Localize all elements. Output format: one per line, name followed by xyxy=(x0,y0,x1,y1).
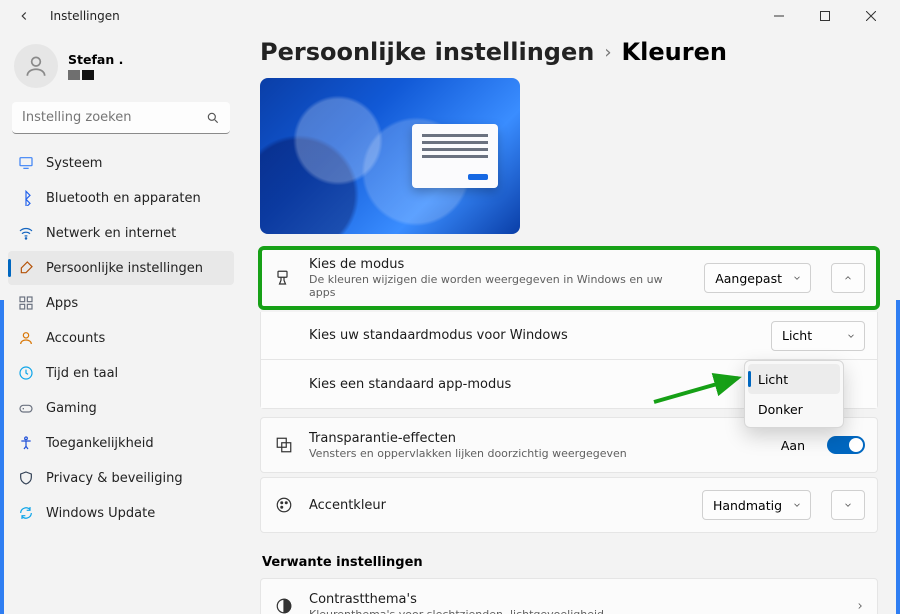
sidebar-item-label: Windows Update xyxy=(46,506,155,521)
chevron-up-icon xyxy=(843,273,853,283)
sidebar-item-update[interactable]: Windows Update xyxy=(8,496,234,530)
row-subtitle: De kleuren wijzigen die worden weergegev… xyxy=(309,273,690,299)
chevron-down-icon xyxy=(792,273,802,283)
row-contrast-themes[interactable]: Contrastthema's Kleurenthema's voor slec… xyxy=(260,578,878,614)
user-swatches xyxy=(68,70,123,80)
avatar xyxy=(14,44,58,88)
sidebar-item-label: Persoonlijke instellingen xyxy=(46,261,203,276)
chevron-down-icon xyxy=(843,500,853,510)
sidebar-item-game[interactable]: Gaming xyxy=(8,391,234,425)
sidebar-item-label: Netwerk en internet xyxy=(46,226,176,241)
breadcrumb: Persoonlijke instellingen › Kleuren xyxy=(260,36,878,74)
sidebar-item-brush[interactable]: Persoonlijke instellingen xyxy=(8,251,234,285)
sidebar-item-label: Apps xyxy=(46,296,78,311)
accent-select[interactable]: Handmatig xyxy=(702,490,811,520)
row-subtitle: Kleurenthema's voor slechtzienden, licht… xyxy=(309,608,841,614)
search-icon xyxy=(206,110,220,129)
sidebar-item-label: Tijd en taal xyxy=(46,366,118,381)
breadcrumb-parent[interactable]: Persoonlijke instellingen xyxy=(260,38,594,66)
titlebar: Instellingen xyxy=(0,0,900,32)
sidebar-item-access[interactable]: Toegankelijkheid xyxy=(8,426,234,460)
sidebar: Stefan . Systeem Bluetooth en apparaten Ne… xyxy=(0,32,240,614)
sidebar-item-label: Privacy & beveiliging xyxy=(46,471,183,486)
user-name: Stefan . xyxy=(68,52,123,67)
minimize-button[interactable] xyxy=(756,0,802,32)
chevron-down-icon xyxy=(792,500,802,510)
nav-list: Systeem Bluetooth en apparaten Netwerk en … xyxy=(8,146,234,530)
sidebar-item-label: Accounts xyxy=(46,331,105,346)
close-button[interactable] xyxy=(848,0,894,32)
sidebar-item-monitor[interactable]: Systeem xyxy=(8,146,234,180)
transparency-icon xyxy=(273,436,295,454)
annotation-arrow xyxy=(652,370,752,410)
toggle-label: Aan xyxy=(781,438,805,453)
main-content: Persoonlijke instellingen › Kleuren Kies… xyxy=(240,32,900,614)
row-choose-mode[interactable]: Kies de modus De kleuren wijzigen die wo… xyxy=(260,248,878,308)
palette-icon xyxy=(273,496,295,514)
monitor-icon xyxy=(18,155,34,171)
related-heading: Verwante instellingen xyxy=(262,555,878,570)
sidebar-item-user[interactable]: Accounts xyxy=(8,321,234,355)
search-input[interactable] xyxy=(12,102,230,134)
bluetooth-icon xyxy=(18,190,34,206)
game-icon xyxy=(18,400,34,416)
chevron-down-icon xyxy=(846,331,856,341)
row-title: Transparantie-effecten xyxy=(309,431,767,446)
sidebar-item-label: Toegankelijkheid xyxy=(46,436,154,451)
dropdown-option-donker[interactable]: Donker xyxy=(748,394,840,424)
brush-icon xyxy=(273,269,295,287)
shield-icon xyxy=(18,470,34,486)
user-icon xyxy=(18,330,34,346)
expand-button[interactable] xyxy=(831,263,865,293)
wifi-icon xyxy=(18,225,34,241)
sidebar-item-label: Systeem xyxy=(46,156,102,171)
sidebar-item-apps[interactable]: Apps xyxy=(8,286,234,320)
maximize-button[interactable] xyxy=(802,0,848,32)
row-title: Contrastthema's xyxy=(309,592,841,607)
sidebar-item-bluetooth[interactable]: Bluetooth en apparaten xyxy=(8,181,234,215)
brush-icon xyxy=(18,260,34,276)
row-title: Kies de modus xyxy=(309,257,690,272)
expand-button[interactable] xyxy=(831,490,865,520)
row-title: Accentkleur xyxy=(309,498,688,513)
clock-icon xyxy=(18,365,34,381)
app-mode-dropdown[interactable]: Licht Donker xyxy=(744,360,844,428)
breadcrumb-current: Kleuren xyxy=(622,38,727,66)
sidebar-item-label: Gaming xyxy=(46,401,97,416)
row-accent-color[interactable]: Accentkleur Handmatig xyxy=(260,477,878,533)
chevron-right-icon: › xyxy=(604,42,611,63)
user-block[interactable]: Stefan . xyxy=(8,40,234,98)
search-box[interactable] xyxy=(12,102,230,134)
chevron-right-icon xyxy=(855,601,865,611)
update-icon xyxy=(18,505,34,521)
mode-select[interactable]: Aangepast xyxy=(704,263,811,293)
transparency-toggle[interactable] xyxy=(827,436,865,454)
apps-icon xyxy=(18,295,34,311)
back-button[interactable] xyxy=(12,4,36,28)
sidebar-item-label: Bluetooth en apparaten xyxy=(46,191,201,206)
row-subtitle: Vensters en oppervlakken lijken doorzich… xyxy=(309,447,767,460)
windows-mode-select[interactable]: Licht xyxy=(771,321,865,351)
window-title: Instellingen xyxy=(50,9,120,23)
theme-preview xyxy=(260,78,520,234)
access-icon xyxy=(18,435,34,451)
sidebar-item-clock[interactable]: Tijd en taal xyxy=(8,356,234,390)
sidebar-item-shield[interactable]: Privacy & beveiliging xyxy=(8,461,234,495)
row-windows-mode[interactable]: Kies uw standaardmodus voor Windows Lich… xyxy=(261,312,877,360)
row-title: Kies uw standaardmodus voor Windows xyxy=(309,328,757,343)
contrast-icon xyxy=(273,597,295,614)
dropdown-option-licht[interactable]: Licht xyxy=(748,364,840,394)
sidebar-item-wifi[interactable]: Netwerk en internet xyxy=(8,216,234,250)
